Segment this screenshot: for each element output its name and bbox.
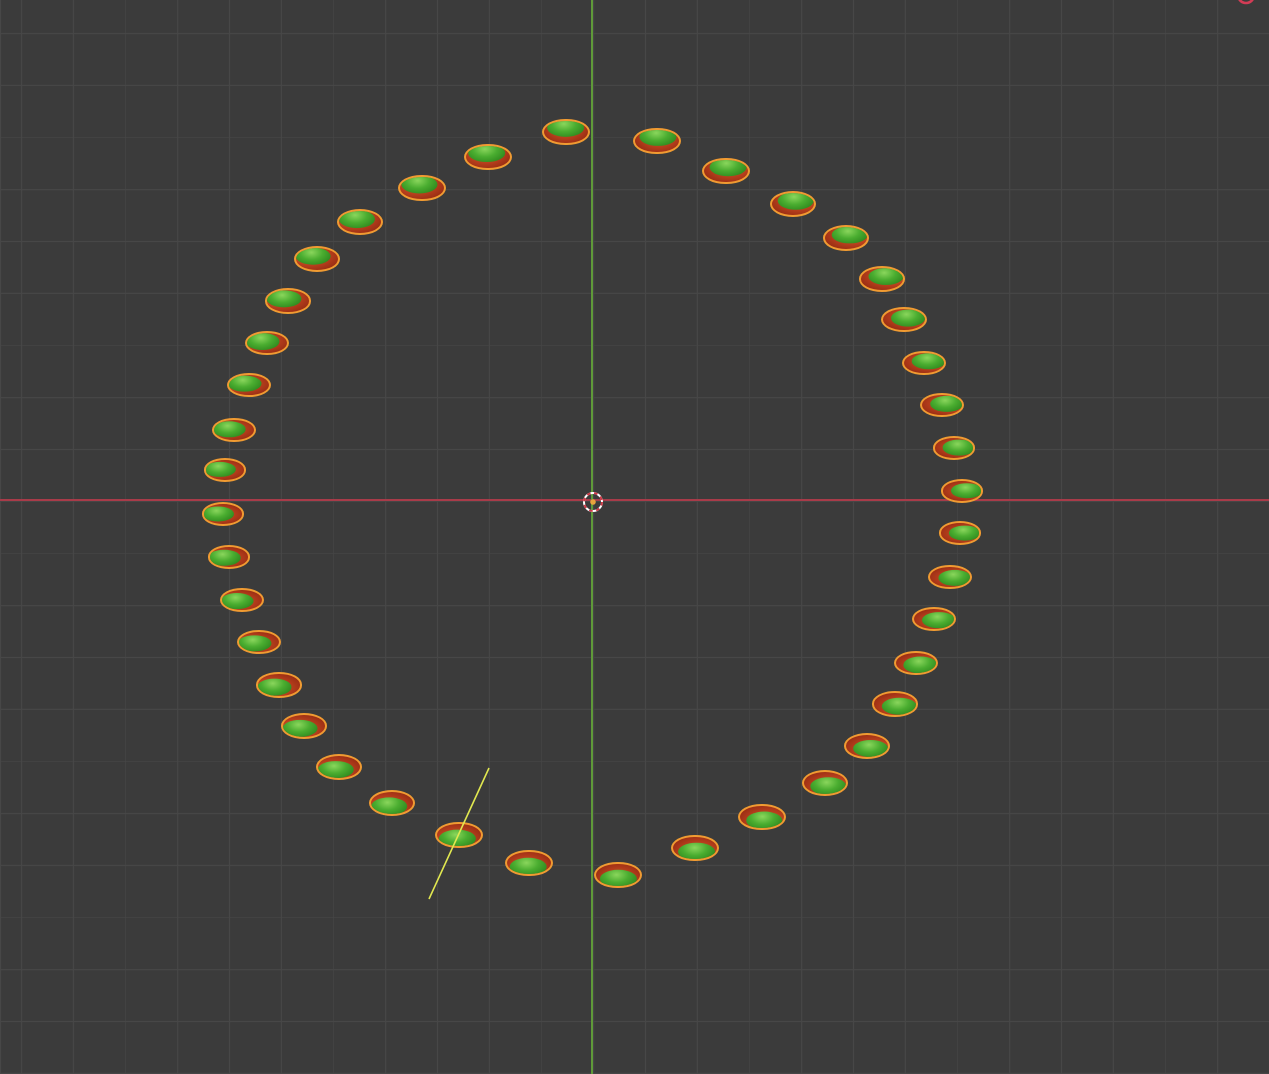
disc-green-top	[639, 129, 677, 147]
scene-object-disc[interactable]	[859, 266, 905, 292]
disc-green-top	[209, 549, 241, 566]
scene-object-disc[interactable]	[336, 208, 384, 236]
disc-green-top	[911, 353, 945, 370]
disc-green-top	[371, 797, 408, 815]
disc-green-top	[468, 145, 505, 163]
disc-green-top	[214, 421, 246, 438]
disc-green-top	[205, 461, 237, 478]
scene-object-disc[interactable]	[203, 458, 247, 482]
scene-object-disc[interactable]	[542, 118, 590, 146]
disc-green-top	[853, 739, 888, 757]
scene-object-disc[interactable]	[920, 392, 964, 418]
scene-object-disc[interactable]	[368, 789, 416, 817]
scene-object-disc[interactable]	[201, 502, 245, 526]
disc-green-top	[246, 332, 280, 350]
scene-object-disc[interactable]	[464, 143, 512, 171]
disc-green-top	[948, 525, 980, 542]
scene-object-disc[interactable]	[315, 754, 363, 780]
scene-object-disc[interactable]	[505, 849, 553, 877]
disc-green-top	[317, 761, 354, 778]
disc-green-top	[258, 678, 292, 696]
disc-green-top	[881, 697, 916, 715]
scene-object-disc[interactable]	[594, 861, 642, 889]
scene-objects-layer	[0, 0, 1269, 1074]
scene-object-disc[interactable]	[398, 174, 446, 202]
scene-object-disc[interactable]	[940, 479, 984, 503]
scene-object-disc[interactable]	[207, 545, 251, 569]
scene-object-disc[interactable]	[633, 127, 681, 155]
scene-object-disc[interactable]	[893, 650, 939, 676]
disc-green-top	[283, 719, 318, 737]
disc-green-top	[203, 506, 235, 522]
disc-green-top	[903, 656, 937, 674]
disc-green-top	[950, 483, 982, 499]
scene-object-disc[interactable]	[294, 246, 340, 272]
disc-green-top	[777, 192, 814, 210]
scene-object-disc[interactable]	[932, 436, 976, 460]
disc-green-top	[222, 593, 254, 610]
scene-object-disc[interactable]	[822, 225, 870, 251]
disc-green-top	[810, 777, 847, 795]
disc-green-top	[438, 829, 476, 847]
scene-object-disc[interactable]	[928, 565, 972, 589]
scene-object-disc[interactable]	[702, 157, 750, 185]
scene-object-disc[interactable]	[938, 521, 982, 545]
disc-green-top	[678, 842, 715, 860]
disc-green-top	[938, 569, 970, 586]
scene-object-disc[interactable]	[236, 629, 282, 655]
disc-green-top	[238, 635, 272, 652]
scene-object-disc[interactable]	[227, 372, 271, 398]
disc-green-top	[295, 248, 331, 265]
scene-object-disc[interactable]	[901, 350, 947, 376]
disc-green-top	[599, 869, 637, 887]
scene-object-disc[interactable]	[912, 606, 956, 632]
scene-object-disc[interactable]	[671, 834, 719, 862]
scene-object-disc[interactable]	[769, 190, 817, 218]
scene-object-disc[interactable]	[881, 307, 927, 333]
disc-green-top	[401, 176, 438, 194]
scene-object-disc[interactable]	[801, 769, 849, 797]
disc-green-top	[942, 439, 974, 456]
scene-object-disc[interactable]	[738, 803, 786, 831]
disc-green-top	[267, 290, 302, 308]
scene-object-disc[interactable]	[212, 418, 256, 442]
disc-green-top	[547, 120, 585, 138]
disc-green-top	[338, 210, 375, 228]
scene-object-disc[interactable]	[256, 672, 302, 698]
disc-green-top	[868, 268, 903, 286]
disc-green-top	[509, 857, 547, 875]
scene-object-disc[interactable]	[244, 330, 290, 356]
disc-green-top	[229, 375, 262, 392]
scene-object-disc[interactable]	[844, 733, 890, 759]
disc-green-top	[921, 612, 954, 629]
disc-green-top	[891, 309, 925, 327]
scene-object-disc[interactable]	[435, 821, 483, 849]
scene-object-disc[interactable]	[281, 713, 327, 739]
disc-green-top	[709, 159, 747, 177]
disc-green-top	[831, 227, 868, 244]
scene-object-disc[interactable]	[265, 288, 311, 314]
disc-green-top	[746, 811, 783, 829]
blender-3d-viewport[interactable]	[0, 0, 1269, 1074]
scene-object-disc[interactable]	[220, 587, 264, 613]
scene-object-disc[interactable]	[872, 691, 918, 717]
disc-green-top	[930, 395, 962, 412]
